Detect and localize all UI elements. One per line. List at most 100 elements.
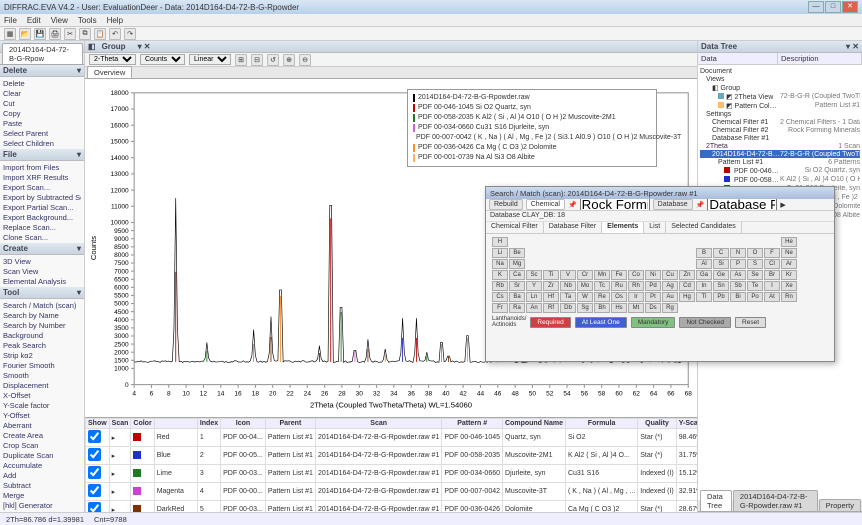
- tree-row[interactable]: Database Filter #1: [700, 134, 860, 142]
- tool-item[interactable]: Add: [3, 470, 81, 480]
- dialog-title[interactable]: Search / Match (scan): 2014D164-D4-72-B-…: [486, 187, 834, 199]
- element-Db[interactable]: Db: [560, 303, 576, 313]
- element-Kr[interactable]: Kr: [781, 270, 797, 280]
- element-Y[interactable]: Y: [526, 281, 542, 291]
- tool-item[interactable]: Search by Name: [3, 310, 81, 320]
- btn-required[interactable]: Required: [530, 317, 570, 328]
- tool-cut-icon[interactable]: ✂: [64, 28, 76, 40]
- dlg-chemical-tab[interactable]: Chemical: [526, 199, 565, 210]
- min-button[interactable]: —: [808, 1, 824, 13]
- delete-item[interactable]: Select Parent: [3, 128, 81, 138]
- chart-tool-icon[interactable]: ⊖: [299, 54, 311, 66]
- delete-item[interactable]: Delete: [3, 78, 81, 88]
- element-Zr[interactable]: Zr: [543, 281, 559, 291]
- element-Cr[interactable]: Cr: [577, 270, 593, 280]
- delete-item[interactable]: Copy: [3, 108, 81, 118]
- tool-item[interactable]: Subtract: [3, 480, 81, 490]
- element-Ru[interactable]: Ru: [611, 281, 627, 291]
- element-K[interactable]: K: [492, 270, 508, 280]
- tool-item[interactable]: X-Offset: [3, 390, 81, 400]
- tool-print-icon[interactable]: 🖨: [49, 28, 61, 40]
- element-Fr[interactable]: Fr: [492, 303, 508, 313]
- element-Si[interactable]: Si: [713, 259, 729, 269]
- file-section-header[interactable]: File▾: [0, 149, 84, 161]
- tool-save-icon[interactable]: 💾: [34, 28, 46, 40]
- element-Ln[interactable]: Ln: [526, 292, 542, 302]
- element-Ar[interactable]: Ar: [781, 259, 797, 269]
- element-Rb[interactable]: Rb: [492, 281, 508, 291]
- table-row[interactable]: ▸Magenta4PDF 00-00...Pattern List #12014…: [86, 483, 698, 501]
- element-Li[interactable]: Li: [492, 248, 508, 258]
- element-Al[interactable]: Al: [696, 259, 712, 269]
- element-Hs[interactable]: Hs: [611, 303, 627, 313]
- element-C[interactable]: C: [713, 248, 729, 258]
- delete-item[interactable]: Paste: [3, 118, 81, 128]
- file-item[interactable]: Clone Scan...: [3, 232, 81, 242]
- tree-row[interactable]: Chemical Filter #2Rock Forming Minerals: [700, 126, 860, 134]
- element-Mt[interactable]: Mt: [628, 303, 644, 313]
- element-Ra[interactable]: Ra: [509, 303, 525, 313]
- chart-tool-icon[interactable]: ⊕: [283, 54, 295, 66]
- row-show-checkbox[interactable]: [88, 430, 101, 443]
- tree-row[interactable]: ◧ Group: [700, 83, 860, 92]
- chemical-filter-combo[interactable]: [580, 199, 650, 211]
- element-Pd[interactable]: Pd: [645, 281, 661, 291]
- menu-file[interactable]: File: [4, 16, 17, 25]
- element-Zn[interactable]: Zn: [679, 270, 695, 280]
- element-Os[interactable]: Os: [611, 292, 627, 302]
- pin-icon[interactable]: 📌: [568, 201, 577, 209]
- delete-item[interactable]: Cut: [3, 98, 81, 108]
- dlg-subtab[interactable]: Selected Candidates: [666, 222, 742, 233]
- tool-copy-icon[interactable]: ⧉: [79, 28, 91, 40]
- menu-edit[interactable]: Edit: [27, 16, 41, 25]
- axis-x-select[interactable]: 2-Theta: [89, 54, 136, 65]
- create-item[interactable]: Elemental Analysis: [3, 276, 81, 286]
- element-Sb[interactable]: Sb: [730, 281, 746, 291]
- create-section-header[interactable]: Create▾: [0, 243, 84, 255]
- btn-least-one[interactable]: At Least One: [575, 317, 627, 328]
- search-match-dialog[interactable]: Search / Match (scan): 2014D164-D4-72-B-…: [485, 186, 835, 362]
- element-Mg[interactable]: Mg: [509, 259, 525, 269]
- element-Se[interactable]: Se: [747, 270, 763, 280]
- element-Tl[interactable]: Tl: [696, 292, 712, 302]
- tool-section-header[interactable]: Tool▾: [0, 287, 84, 299]
- delete-item[interactable]: Select Children: [3, 138, 81, 148]
- element-Te[interactable]: Te: [747, 281, 763, 291]
- element-Pb[interactable]: Pb: [713, 292, 729, 302]
- dlg-subtab[interactable]: Elements: [602, 222, 644, 233]
- element-Sn[interactable]: Sn: [713, 281, 729, 291]
- table-row[interactable]: ▸Lime3PDF 00-03...Pattern List #12014D16…: [86, 465, 698, 483]
- tree-row[interactable]: ◩ 2Theta View72-B-G-R (Coupled TwoTheta.…: [700, 92, 860, 101]
- file-item[interactable]: Import from Files: [3, 162, 81, 172]
- element-Ne[interactable]: Ne: [781, 248, 797, 258]
- file-item[interactable]: Export Scan...: [3, 182, 81, 192]
- scale-select[interactable]: Linear: [189, 54, 231, 65]
- btn-mandatory[interactable]: Mandatory: [631, 317, 676, 328]
- element-Hf[interactable]: Hf: [543, 292, 559, 302]
- element-Rf[interactable]: Rf: [543, 303, 559, 313]
- element-P[interactable]: P: [730, 259, 746, 269]
- element-Cu[interactable]: Cu: [662, 270, 678, 280]
- element-N[interactable]: N: [730, 248, 746, 258]
- file-item[interactable]: Import XRF Results: [3, 172, 81, 182]
- row-show-checkbox[interactable]: [88, 448, 101, 461]
- element-In[interactable]: In: [696, 281, 712, 291]
- chart-tool-icon[interactable]: ↺: [267, 54, 279, 66]
- pattern-grid[interactable]: ShowScanColorIndexIconParentScanPattern …: [85, 417, 697, 512]
- tree-row[interactable]: 2014D164-D4-72-B-G-Rpowder.raw #172-B-G-…: [700, 150, 860, 158]
- row-scan-icon[interactable]: ▸: [109, 465, 131, 483]
- tool-undo-icon[interactable]: ↶: [109, 28, 121, 40]
- tool-item[interactable]: Smooth: [3, 370, 81, 380]
- element-Cd[interactable]: Cd: [679, 281, 695, 291]
- element-Re[interactable]: Re: [594, 292, 610, 302]
- element-Rn[interactable]: Rn: [781, 292, 797, 302]
- table-row[interactable]: ▸Blue2PDF 00-05...Pattern List #12014D16…: [86, 447, 698, 465]
- dlg-rebuild-tab[interactable]: Rebuild: [489, 199, 523, 210]
- row-scan-icon[interactable]: ▸: [109, 429, 131, 447]
- menu-tools[interactable]: Tools: [78, 16, 97, 25]
- tool-item[interactable]: Create Area: [3, 430, 81, 440]
- element-V[interactable]: V: [560, 270, 576, 280]
- tree-footer-tab[interactable]: Property: [819, 499, 861, 511]
- chart-tool-icon[interactable]: ⊟: [251, 54, 263, 66]
- element-Ag[interactable]: Ag: [662, 281, 678, 291]
